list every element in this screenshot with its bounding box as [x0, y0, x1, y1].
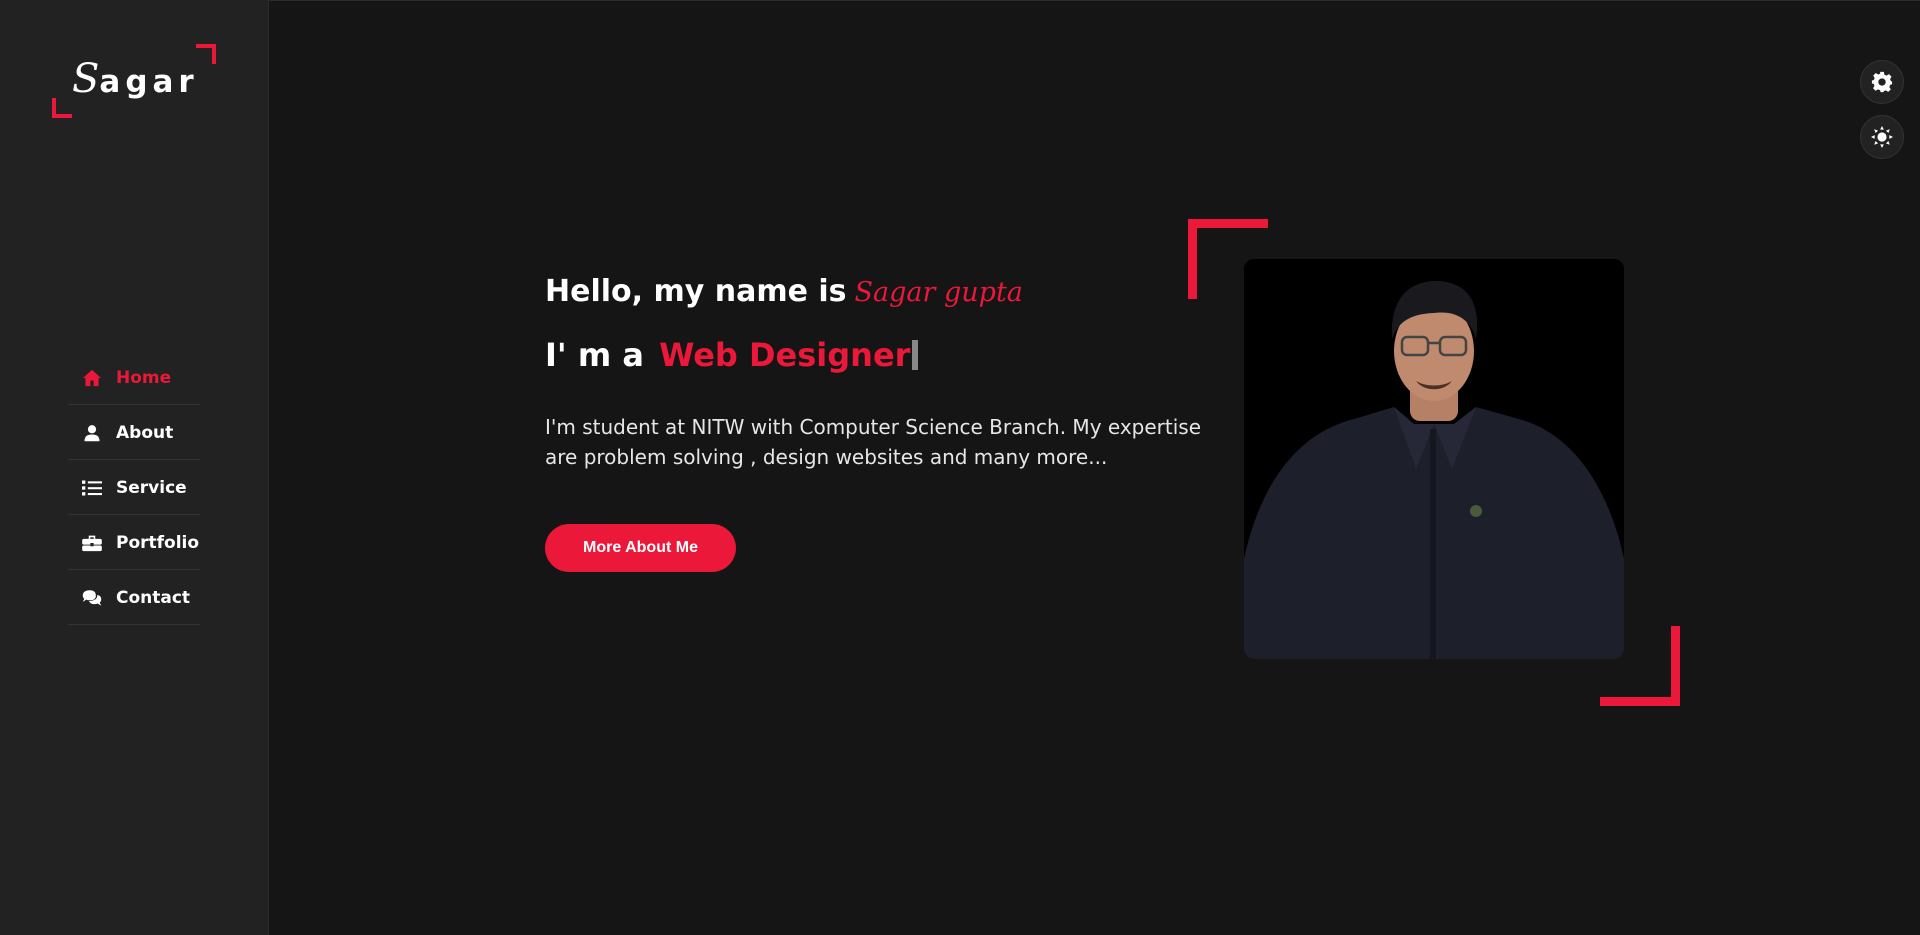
logo[interactable]: Sagar	[52, 44, 216, 118]
sidebar: Sagar Home About Service Portfolio Conta…	[0, 0, 269, 935]
sidebar-item-label: Home	[116, 367, 172, 388]
sun-icon	[1871, 126, 1893, 148]
more-about-me-button[interactable]: More About Me	[545, 524, 736, 572]
role-typed-text: Web Designer	[659, 336, 911, 374]
role-prefix: I' m a	[545, 336, 644, 374]
sidebar-item-service[interactable]: Service	[68, 461, 200, 515]
briefcase-icon	[82, 535, 102, 551]
logo-corner-top-right	[196, 44, 216, 64]
sidebar-item-label: Contact	[116, 587, 191, 608]
comments-icon	[82, 589, 102, 606]
sidebar-item-label: Service	[116, 477, 187, 498]
sidebar-item-label: About	[116, 422, 174, 443]
user-icon	[84, 424, 100, 441]
main-nav: Home About Service Portfolio Contact	[68, 351, 200, 626]
intro-paragraph: I'm student at NITW with Computer Scienc…	[545, 415, 1202, 469]
person-silhouette	[1244, 259, 1624, 659]
sidebar-item-about[interactable]: About	[68, 406, 200, 460]
gear-icon	[1871, 71, 1893, 93]
hero-name: Sagar gupta	[854, 277, 1023, 308]
sidebar-item-label: Portfolio	[116, 532, 200, 553]
logo-text: Sagar	[72, 56, 199, 102]
sidebar-item-portfolio[interactable]: Portfolio	[68, 516, 200, 570]
sidebar-item-home[interactable]: Home	[68, 351, 200, 405]
greeting-text: Hello, my name is	[545, 274, 847, 309]
settings-button[interactable]	[1860, 60, 1904, 104]
list-icon	[82, 480, 102, 495]
profile-photo	[1244, 259, 1624, 659]
home-icon	[83, 369, 101, 386]
logo-corner-bottom-left	[52, 98, 72, 118]
photo-frame-corner-bottom-right	[1600, 626, 1680, 706]
role-heading: I' m a Web Designer	[545, 336, 919, 374]
greeting-heading: Hello, my name is Sagar gupta	[545, 274, 1023, 309]
sidebar-item-contact[interactable]: Contact	[68, 571, 200, 625]
typing-cursor	[912, 340, 919, 370]
top-border	[0, 0, 1920, 1]
theme-toggle-button[interactable]	[1860, 115, 1904, 159]
